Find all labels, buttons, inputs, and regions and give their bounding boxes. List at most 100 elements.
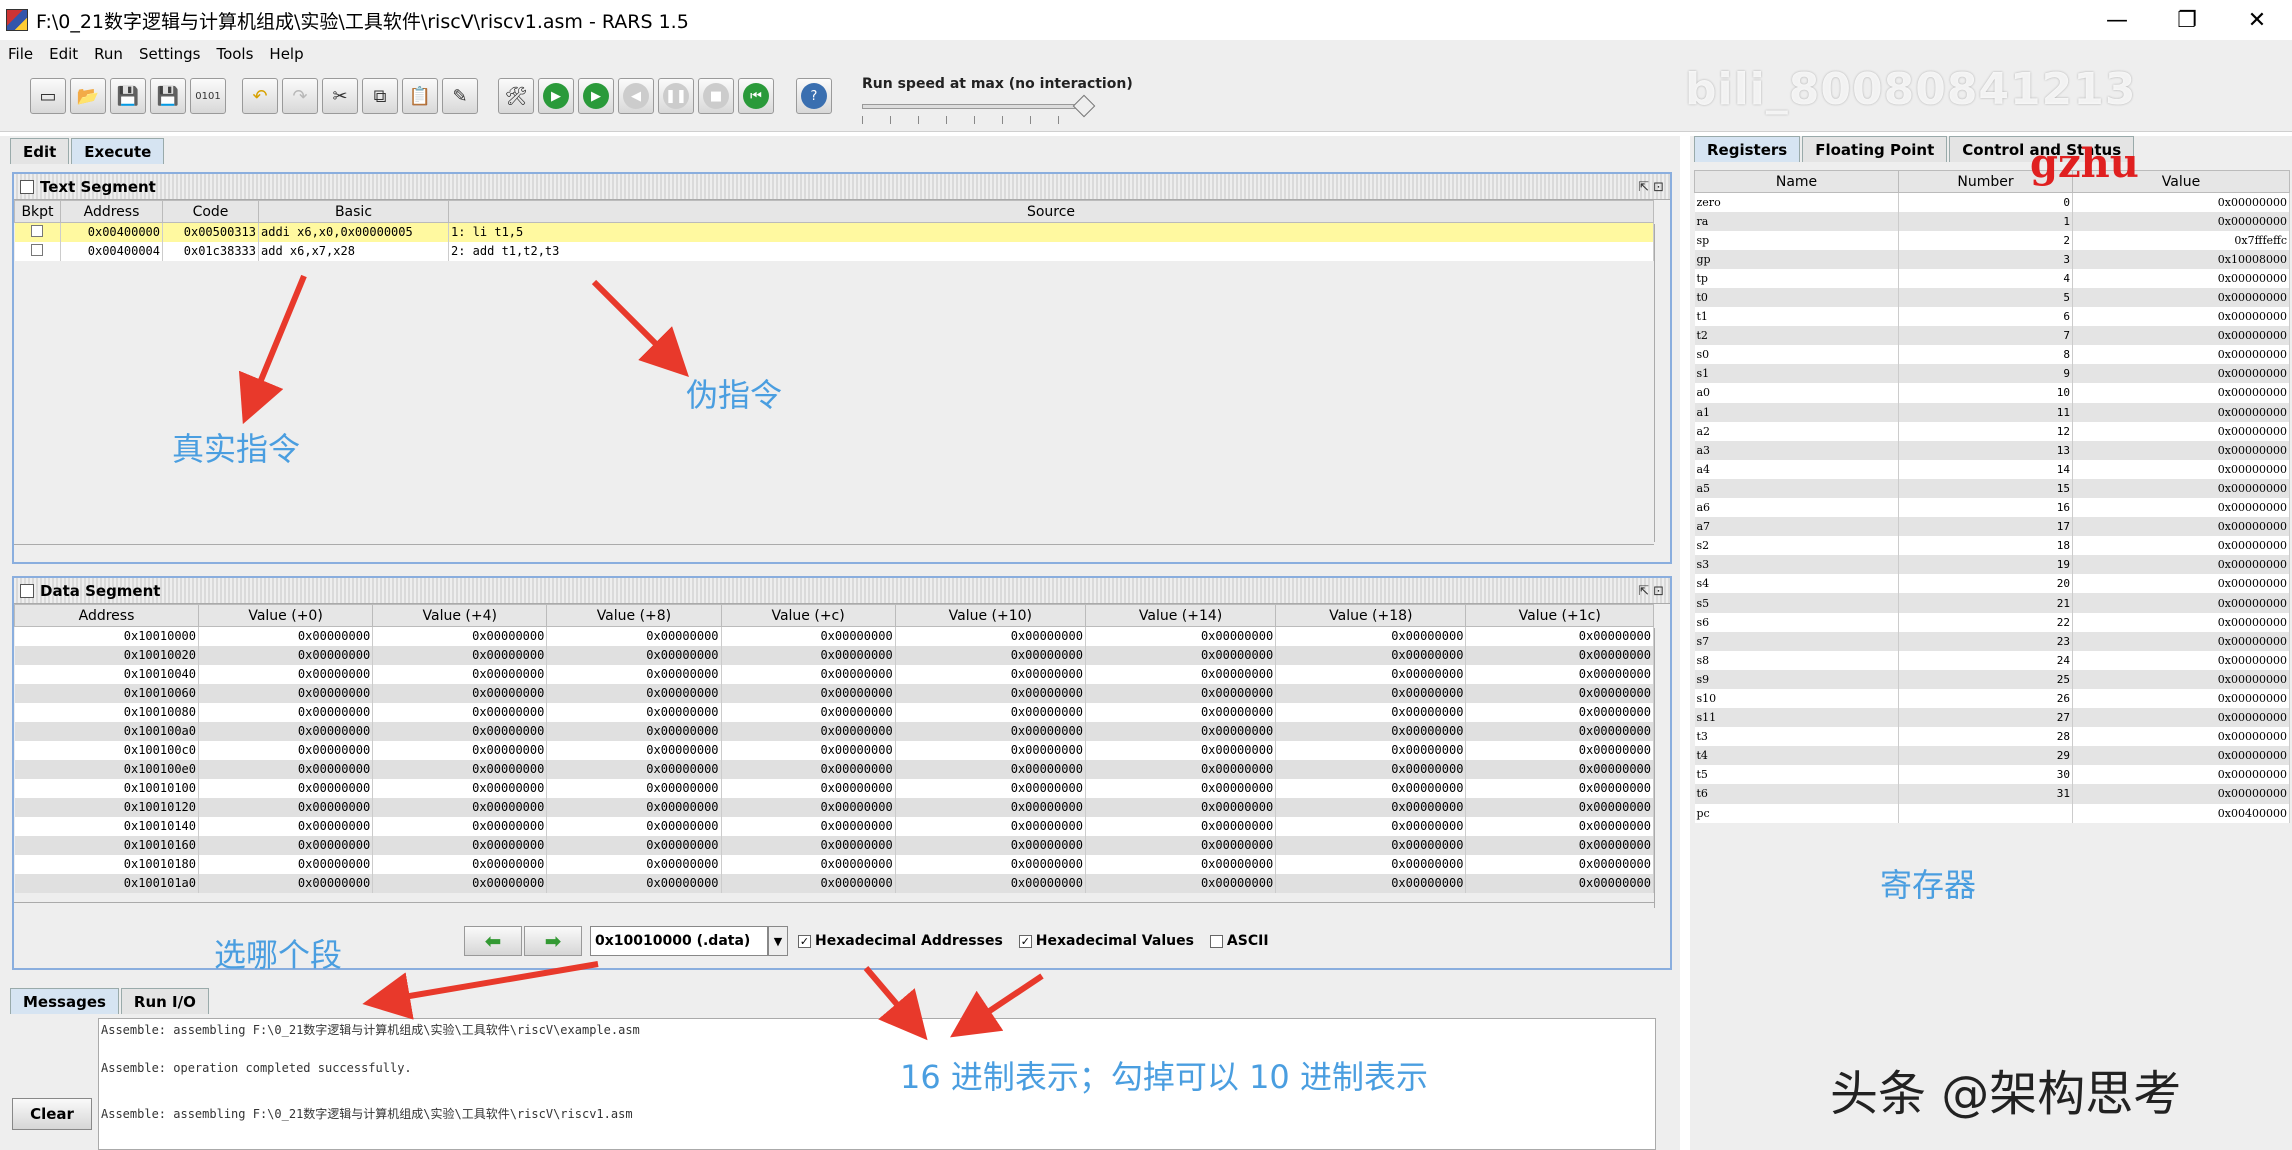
register-value[interactable]: 0x00000000 [2072,440,2290,460]
data-col-header[interactable]: Value (+0) [197,604,374,627]
tab-messages[interactable]: Messages [10,988,119,1014]
data-value-cell[interactable]: 0x00000000 [372,721,548,741]
data-value-cell[interactable]: 0x00000000 [1085,854,1277,874]
data-value-cell[interactable]: 0x00000000 [1275,683,1467,703]
col-code[interactable]: Code [162,200,259,223]
data-segment-row[interactable]: 0x100100e0 0x00000000 0x00000000 0x00000000… [14,759,1654,779]
data-value-cell[interactable]: 0x00000000 [372,873,548,893]
data-segment-row[interactable]: 0x10010160 0x00000000 0x00000000 0x00000000… [14,835,1654,855]
data-segment-row[interactable]: 0x10010000 0x00000000 0x00000000 0x00000000… [14,626,1654,646]
data-value-cell[interactable]: 0x00000000 [721,702,896,722]
data-value-cell[interactable]: 0x00000000 [1085,873,1277,893]
register-value[interactable]: 0x00000000 [2072,765,2290,785]
data-value-cell[interactable]: 0x00000000 [721,835,896,855]
text-horizontal-scrollbar[interactable] [14,544,1654,560]
data-value-cell[interactable]: 0x00000000 [721,778,896,798]
checkbox-checked-icon[interactable]: ✓ [1018,934,1032,948]
breakpoint-checkbox[interactable] [14,222,61,242]
new-file-icon[interactable]: ▭ [30,78,66,114]
tab-edit[interactable]: Edit [10,138,70,164]
data-value-cell[interactable]: 0x00000000 [1465,854,1654,874]
data-value-cell[interactable]: 0x00000000 [721,759,896,779]
register-row[interactable]: s6 22 0x00000000 [1694,612,2290,632]
register-row[interactable]: a0 10 0x00000000 [1694,383,2290,403]
register-value[interactable]: 0x7fffeffc [2072,230,2290,250]
data-value-cell[interactable]: 0x00000000 [546,683,722,703]
data-value-cell[interactable]: 0x00000000 [198,854,374,874]
next-segment-arrow-icon[interactable]: ➡ [524,926,582,956]
register-row[interactable]: a2 12 0x00000000 [1694,421,2290,441]
register-row[interactable]: a5 15 0x00000000 [1694,478,2290,498]
data-value-cell[interactable]: 0x00000000 [546,873,722,893]
data-value-cell[interactable]: 0x00000000 [1085,683,1277,703]
data-segment-row[interactable]: 0x10010060 0x00000000 0x00000000 0x00000000… [14,683,1654,703]
chevron-down-icon[interactable]: ▼ [768,926,788,956]
data-value-cell[interactable]: 0x00000000 [198,721,374,741]
register-row[interactable]: s9 25 0x00000000 [1694,669,2290,689]
minimize-button[interactable]: — [2082,0,2152,40]
menu-file[interactable]: File [0,45,41,63]
data-value-cell[interactable]: 0x00000000 [1275,645,1467,665]
data-value-cell[interactable]: 0x00000000 [372,645,548,665]
register-value[interactable]: 0x00000000 [2072,746,2290,766]
data-value-cell[interactable]: 0x00000000 [1465,759,1654,779]
data-value-cell[interactable]: 0x00000000 [372,683,548,703]
data-value-cell[interactable]: 0x00000000 [198,664,374,684]
data-value-cell[interactable]: 0x00000000 [546,816,722,836]
checkbox-checked-icon[interactable]: ✓ [798,934,811,948]
data-vertical-scrollbar[interactable] [1654,628,1670,908]
register-value[interactable]: 0x00000000 [2072,784,2290,804]
data-value-cell[interactable]: 0x00000000 [1275,873,1467,893]
register-row[interactable]: s10 26 0x00000000 [1694,688,2290,709]
data-value-cell[interactable]: 0x00000000 [1275,778,1467,798]
data-value-cell[interactable]: 0x00000000 [1465,721,1654,741]
data-col-header[interactable]: Value (+14) [1084,604,1277,627]
data-value-cell[interactable]: 0x00000000 [372,664,548,684]
data-col-header[interactable]: Value (+8) [546,604,722,627]
data-value-cell[interactable]: 0x00000000 [721,873,896,893]
data-value-cell[interactable]: 0x00000000 [895,702,1086,722]
reset-icon[interactable]: ⏮ [738,78,774,114]
data-value-cell[interactable]: 0x00000000 [721,626,896,646]
register-value[interactable]: 0x00000000 [2072,669,2290,689]
register-value[interactable]: 0x00000000 [2072,268,2290,288]
data-value-cell[interactable]: 0x00000000 [1275,854,1467,874]
pause-icon[interactable]: ❚❚ [658,78,694,114]
data-value-cell[interactable]: 0x00000000 [546,759,722,779]
slider-knob[interactable] [1072,94,1096,118]
register-row[interactable]: a1 11 0x00000000 [1694,402,2290,422]
data-value-cell[interactable]: 0x00000000 [895,626,1086,646]
data-value-cell[interactable]: 0x00000000 [198,740,374,760]
data-value-cell[interactable]: 0x00000000 [1275,816,1467,836]
data-value-cell[interactable]: 0x00000000 [1085,740,1277,760]
data-value-cell[interactable]: 0x00000000 [1085,626,1277,646]
text-segment-row[interactable]: 0x00400004 0x01c38333 add x6,x7,x28 2: add … [14,241,1654,261]
data-col-header[interactable]: Value (+c) [720,604,896,627]
data-value-cell[interactable]: 0x00000000 [1275,702,1467,722]
data-value-cell[interactable]: 0x00000000 [1085,664,1277,684]
register-row[interactable]: gp 3 0x10008000 [1694,249,2290,269]
data-value-cell[interactable]: 0x00000000 [198,797,374,817]
data-value-cell[interactable]: 0x00000000 [1465,835,1654,855]
register-value[interactable]: 0x00000000 [2072,688,2290,709]
data-col-header[interactable]: Value (+1c) [1465,604,1654,627]
data-value-cell[interactable]: 0x00000000 [1275,835,1467,855]
open-file-icon[interactable]: 📂 [70,78,106,114]
data-value-cell[interactable]: 0x00000000 [372,778,548,798]
dump-memory-icon[interactable]: 0101 [190,78,226,114]
data-value-cell[interactable]: 0x00000000 [895,797,1086,817]
register-row[interactable]: s2 18 0x00000000 [1694,536,2290,556]
col-bkpt[interactable]: Bkpt [14,200,61,223]
data-value-cell[interactable]: 0x00000000 [546,835,722,855]
data-value-cell[interactable]: 0x00000000 [895,740,1086,760]
help-icon[interactable]: ? [796,78,832,114]
register-value[interactable]: 0x00000000 [2072,192,2290,212]
data-value-cell[interactable]: 0x00000000 [198,759,374,779]
register-value[interactable]: 0x00000000 [2072,650,2290,670]
register-row[interactable]: t5 30 0x00000000 [1694,765,2290,785]
register-row[interactable]: t1 6 0x00000000 [1694,307,2290,327]
data-value-cell[interactable]: 0x00000000 [198,816,374,836]
tab-registers[interactable]: Registers [1694,136,1801,162]
data-value-cell[interactable]: 0x00000000 [546,626,722,646]
data-value-cell[interactable]: 0x00000000 [546,702,722,722]
